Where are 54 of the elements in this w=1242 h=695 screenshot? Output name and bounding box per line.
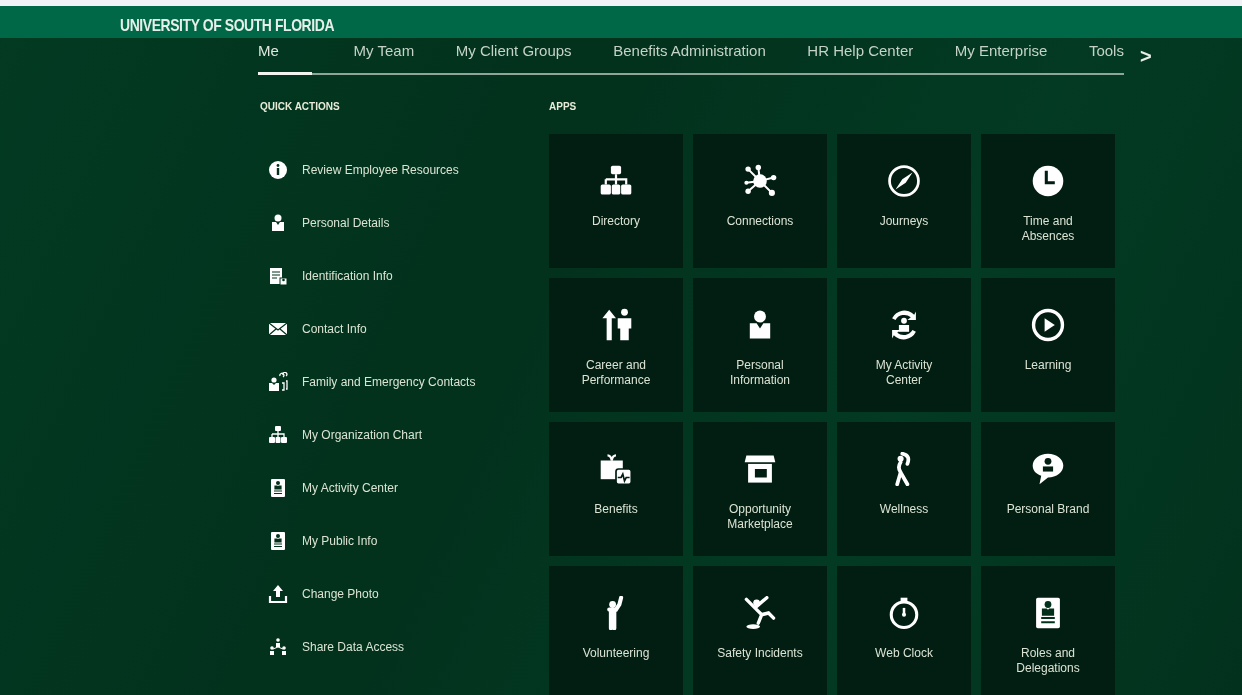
quick-action-link[interactable]: Review Employee Resources [260,158,549,181]
app-tile[interactable]: Personal Information [693,277,827,412]
people-group-icon [268,636,288,657]
app-tile[interactable]: Web Clock [837,565,971,695]
quick-action-link[interactable]: Share Data Access [260,635,549,658]
info-icon [268,159,288,180]
section-heading: QUICK ACTIONS [260,100,341,113]
app-tile[interactable]: Safety Incidents [693,565,827,695]
app-tile[interactable]: Opportunity Marketplace [693,421,827,556]
quick-action-link[interactable]: Contact Info [260,317,549,340]
quick-action-link[interactable]: My Public Info [260,529,549,552]
app-tile[interactable]: Personal Brand [981,421,1115,556]
app-tile[interactable]: Connections [693,133,827,268]
speech-bubble-person-icon [1031,451,1065,486]
people-icon [268,371,288,392]
quick-action-link[interactable]: My Organization Chart [260,423,549,446]
app-tile[interactable]: My Activity Center [837,277,971,412]
app-tile[interactable]: Volunteering [549,565,683,695]
compass-icon [887,163,921,198]
id-badge-icon [268,477,288,498]
app-tile[interactable]: Benefits [549,421,683,556]
university-logo-text: UNIVERSITY OF SOUTH FLORIDA [120,17,335,37]
org-chart-icon [599,163,633,198]
app-tile[interactable]: Career and Performance [549,277,683,412]
play-icon [1031,307,1065,342]
gift-icon [599,451,633,486]
nav-tab[interactable]: My Client Groups [455,40,572,75]
upload-icon [268,583,288,604]
nav-tab[interactable]: Me [258,40,312,75]
id-badge-icon [268,530,288,551]
nav-tab[interactable]: My Enterprise [954,40,1048,75]
quick-action-link[interactable]: My Activity Center [260,476,549,499]
document-icon [268,265,288,286]
quick-action-link[interactable]: Change Photo [260,582,549,605]
quick-action-link[interactable]: Family and Emergency Contacts [260,370,549,393]
app-tile[interactable]: Directory [549,133,683,268]
network-icon [743,163,777,198]
clock-icon [1031,163,1065,198]
app-tile[interactable]: Time and Absences [981,133,1115,268]
section-heading: APPS [549,100,578,113]
nav-tab[interactable]: Tools [1088,40,1124,75]
next-tabs-button[interactable]: > [1136,46,1156,67]
app-tile[interactable]: Learning [981,277,1115,412]
quick-action-link[interactable]: Personal Details [260,211,549,234]
app-tile[interactable]: Journeys [837,133,971,268]
app-tile[interactable]: Roles and Delegations [981,565,1115,695]
app-tile[interactable]: Wellness [837,421,971,556]
nav-tab[interactable]: HR Help Center [807,40,914,75]
falling-person-icon [743,595,777,630]
quick-action-link[interactable]: Identification Info [260,264,549,287]
nav-tab[interactable]: My Team [353,40,415,75]
stopwatch-icon [887,595,921,630]
org-chart-icon [268,424,288,445]
nav-tab[interactable]: Benefits Administration [613,40,766,75]
